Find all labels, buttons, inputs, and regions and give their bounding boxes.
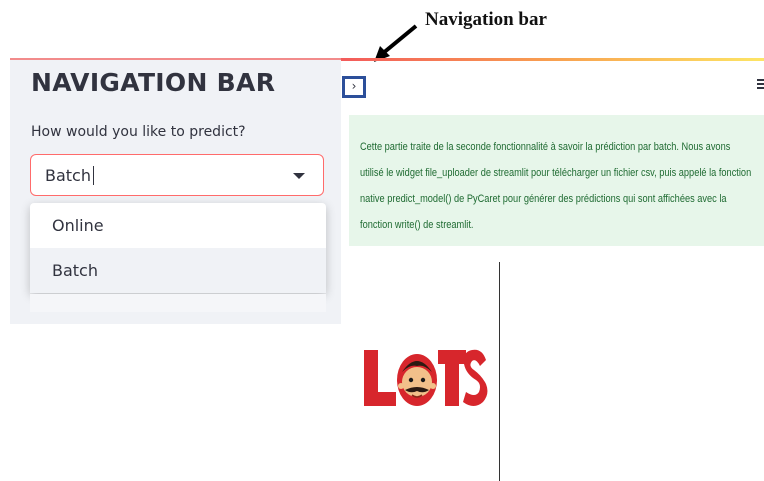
info-alert-text: Cette partie traite de la seconde foncti… (360, 141, 752, 231)
option-batch[interactable]: Batch (30, 248, 326, 293)
sidebar-bottom-area (30, 294, 326, 312)
hamburger-menu-icon[interactable] (757, 79, 764, 89)
sidebar: NAVIGATION BAR How would you like to pre… (10, 58, 341, 324)
select-dropdown: Online Batch (30, 203, 326, 293)
expand-sidebar-button[interactable]: › (342, 76, 366, 98)
header-decoration-bar (341, 58, 764, 61)
sidebar-title: NAVIGATION BAR (31, 68, 276, 97)
predict-mode-select[interactable]: Batch (30, 154, 324, 196)
info-alert: Cette partie traite de la seconde foncti… (349, 115, 764, 246)
lots-logo (364, 349, 488, 406)
text-cursor (93, 166, 94, 185)
option-online[interactable]: Online (30, 203, 326, 248)
predict-mode-label: How would you like to predict? (31, 124, 246, 140)
divider-line (499, 262, 500, 481)
annotation-label: Navigation bar (425, 9, 547, 30)
select-value: Batch (45, 166, 94, 185)
chevron-down-icon[interactable] (293, 173, 305, 179)
